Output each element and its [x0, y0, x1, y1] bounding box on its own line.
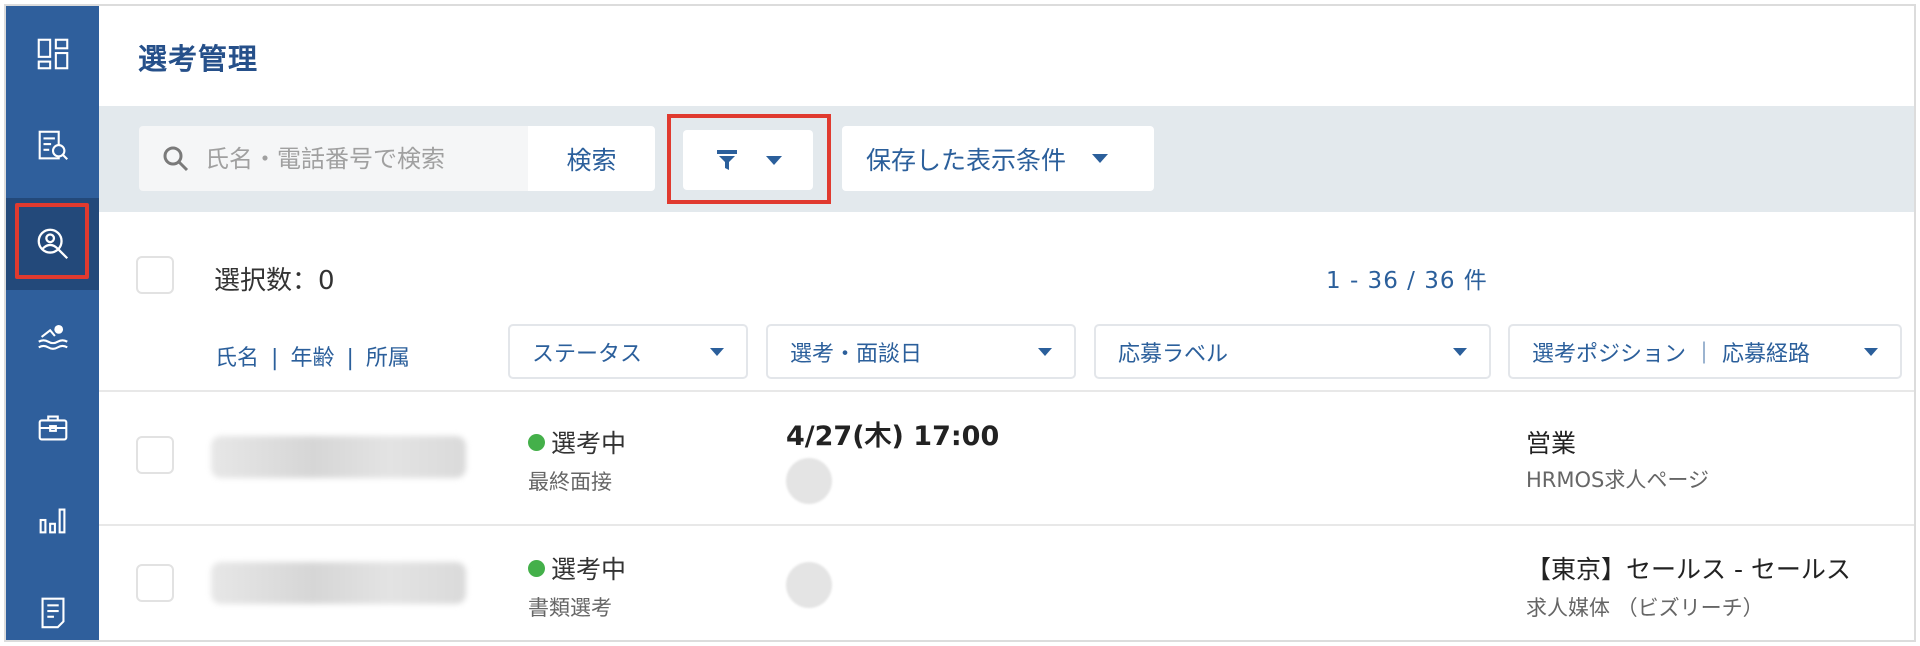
- sidebar: [6, 6, 99, 640]
- status-text: 選考中: [551, 429, 627, 458]
- chevron-down-icon: [1864, 347, 1878, 356]
- avatar: [786, 562, 832, 608]
- saved-conditions-dropdown[interactable]: 保存した表示条件: [842, 126, 1154, 191]
- saved-conditions-label: 保存した表示条件: [866, 145, 1067, 175]
- separator: |: [346, 346, 354, 371]
- selection-step: 最終面接: [528, 470, 612, 494]
- sidebar-item-documents[interactable]: [6, 566, 99, 640]
- selected-count: 選択数：0: [214, 266, 335, 296]
- row-divider: [99, 524, 1914, 526]
- dropdown-label: 選考・面談日: [790, 341, 923, 367]
- dropdown-label: 応募ラベル: [1118, 341, 1229, 367]
- chevron-down-icon: [1092, 154, 1109, 163]
- sidebar-item-briefcase[interactable]: [6, 382, 99, 474]
- label-filter-dropdown[interactable]: 応募ラベル: [1094, 324, 1491, 379]
- separator: |: [271, 346, 279, 371]
- search-input[interactable]: [205, 144, 505, 173]
- interview-date: 4/27(木) 17:00: [786, 421, 1000, 452]
- status-dot-icon: [528, 559, 545, 577]
- status-text: 選考中: [551, 555, 627, 584]
- candidate-name-redacted[interactable]: [211, 436, 466, 478]
- row-checkbox[interactable]: [136, 436, 174, 474]
- sort-links: 氏名 | 年齢 | 所属: [215, 340, 410, 372]
- select-all-checkbox[interactable]: [136, 256, 174, 294]
- chevron-down-icon: [1038, 347, 1052, 356]
- position-name[interactable]: 営業: [1526, 424, 1576, 460]
- row-checkbox[interactable]: [136, 564, 174, 602]
- swimmer-icon: [37, 324, 68, 350]
- status-filter-dropdown[interactable]: ステータス: [508, 324, 748, 379]
- chevron-down-icon: [1453, 347, 1467, 356]
- dashboard-icon: [37, 38, 68, 70]
- status-badge: 選考中: [528, 550, 626, 586]
- sidebar-item-analytics[interactable]: [6, 474, 99, 566]
- pagination-info: 1 - 36 / 36 件: [1326, 268, 1488, 294]
- position-name[interactable]: 【東京】セールス - セールス: [1526, 550, 1851, 586]
- application-route: HRMOS求人ページ: [1526, 468, 1709, 492]
- search-button[interactable]: 検索: [528, 126, 655, 191]
- application-route: 求人媒体 （ビズリーチ）: [1526, 596, 1764, 620]
- sort-link-name[interactable]: 氏名: [215, 346, 259, 371]
- sort-link-age[interactable]: 年齢: [290, 346, 334, 371]
- date-filter-dropdown[interactable]: 選考・面談日: [766, 324, 1076, 379]
- search-icon: [163, 146, 189, 171]
- filter-highlight-box: [667, 114, 831, 204]
- selection-step: 書類選考: [528, 596, 612, 620]
- sort-link-affiliation[interactable]: 所属: [366, 346, 410, 371]
- status-dot-icon: [528, 433, 545, 451]
- dropdown-label: 選考ポジション ｜ 応募経路: [1532, 341, 1810, 367]
- document-list-icon: [41, 597, 64, 629]
- filter-icon: [716, 150, 737, 170]
- sidebar-item-document-search[interactable]: [6, 100, 99, 192]
- status-badge: 選考中: [528, 424, 626, 460]
- app-frame: 選考管理 検索 保存した表示条件 選択数：0 1 - 36 / 36 件 氏名 |: [4, 4, 1916, 642]
- page-title: 選考管理: [138, 42, 259, 76]
- avatar: [786, 458, 832, 504]
- dropdown-label: ステータス: [532, 341, 643, 367]
- document-search-icon: [38, 130, 68, 161]
- search-box: [139, 126, 529, 191]
- candidate-name-redacted[interactable]: [211, 562, 466, 604]
- briefcase-icon: [38, 415, 67, 441]
- search-toolbar: 検索 保存した表示条件: [99, 106, 1914, 212]
- chevron-down-icon: [710, 347, 724, 356]
- position-filter-dropdown[interactable]: 選考ポジション ｜ 応募経路: [1508, 324, 1902, 379]
- bar-chart-icon: [39, 508, 65, 534]
- row-divider: [99, 390, 1914, 392]
- filter-button[interactable]: [683, 130, 813, 190]
- sidebar-highlight-box: [15, 203, 89, 279]
- sidebar-item-swimmer[interactable]: [6, 290, 99, 382]
- sidebar-item-dashboard[interactable]: [6, 8, 99, 100]
- chevron-down-icon: [765, 155, 782, 165]
